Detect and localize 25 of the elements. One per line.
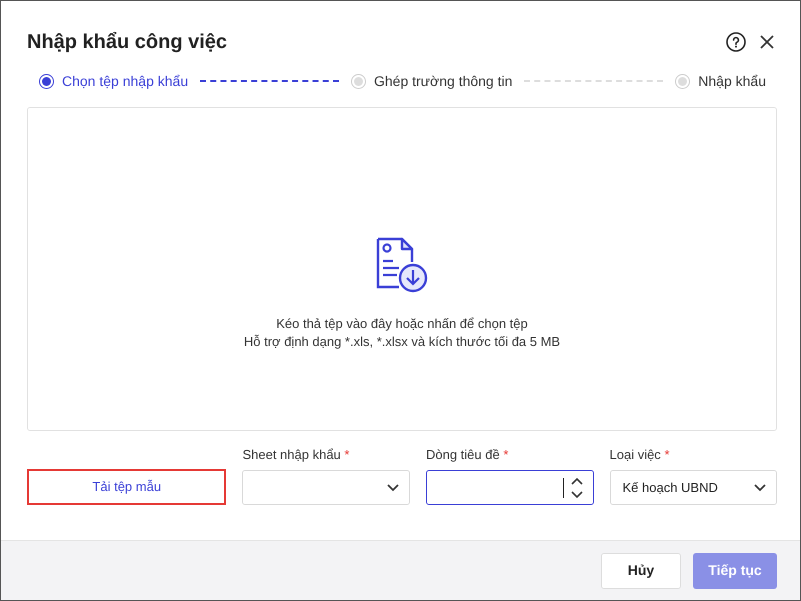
dropzone-hint: Hỗ trợ định dạng *.xls, *.xlsx và kích thước tối đa 5 MB (244, 332, 560, 350)
file-dropzone[interactable]: Kéo thả tệp vào đây hoặc nhấn để chọn tệp Hỗ trợ định dạng *.xls, *.xlsx và kích thước tối đa 5 MB (27, 107, 777, 431)
download-template-button[interactable]: Tải tệp mẫu (27, 469, 226, 505)
stepper-icon[interactable] (570, 476, 582, 498)
step-tab[interactable]: Ghép trường thông tin (350, 70, 512, 92)
select-field[interactable] (242, 470, 410, 505)
step-tab[interactable]: Chọn tệp nhập khẩu (39, 70, 188, 92)
close-icon[interactable] (760, 35, 774, 49)
select-field[interactable]: Kế hoạch UBND (610, 470, 778, 505)
required-mark: * (664, 446, 670, 462)
chevron-down-icon (386, 484, 399, 492)
chevron-down-icon (754, 484, 766, 492)
step-tab[interactable]: Nhập khẩu (675, 70, 766, 92)
text-cursor (562, 478, 564, 498)
dialog-title: Nhập khẩu công việc (27, 30, 228, 54)
field-label: Sheet nhập khẩu (242, 446, 341, 462)
required-mark: * (503, 446, 508, 462)
field-label: Loại việc (610, 446, 661, 462)
dropzone-hint: Kéo thả tệp vào đây hoặc nhấn để chọn tệp (275, 314, 529, 332)
number-field[interactable] (426, 470, 594, 505)
cancel-button[interactable]: Hủy (601, 552, 681, 588)
field-label: Dòng tiêu đề (426, 446, 500, 462)
help-icon[interactable] (726, 32, 746, 52)
required-mark: * (344, 446, 350, 462)
file-download-icon (375, 236, 429, 294)
